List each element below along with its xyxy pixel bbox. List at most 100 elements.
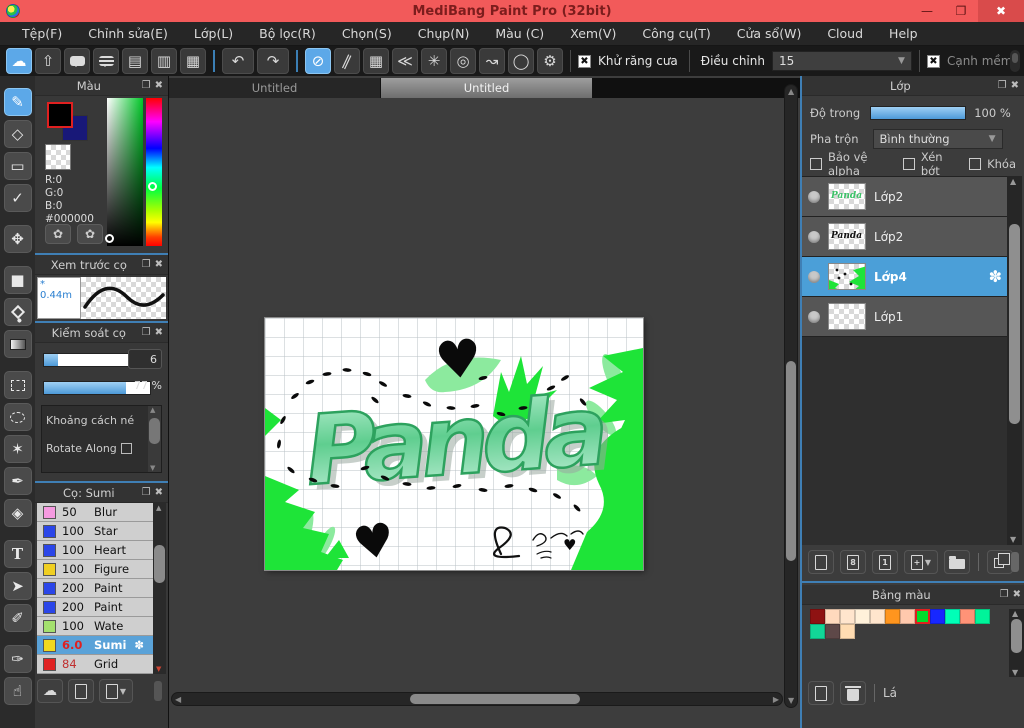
canvas-artwork[interactable]: Panda Panda ♥ ♥ ♥ xyxy=(265,318,643,572)
scroll-thumb[interactable] xyxy=(786,361,796,561)
palette-swatch[interactable] xyxy=(975,609,990,624)
menu-tools[interactable]: Công cụ(T) xyxy=(630,23,722,44)
clipping-checkbox[interactable] xyxy=(902,158,915,170)
snap-grid-button[interactable]: ▦ xyxy=(363,48,389,74)
popout-icon[interactable]: ❐ xyxy=(142,327,151,338)
document-button[interactable]: ▤ xyxy=(122,48,148,74)
menu-color[interactable]: Màu (C) xyxy=(483,23,556,44)
menu-select[interactable]: Chọn(S) xyxy=(330,23,404,44)
shape-tool[interactable]: ▭ xyxy=(3,152,32,180)
bucket-tool[interactable] xyxy=(3,298,32,326)
layer-row[interactable]: Panda Lớp2 xyxy=(802,177,1008,217)
toolbar-overflow-scrollbar[interactable] xyxy=(1010,50,1020,72)
maximize-button[interactable]: ❐ xyxy=(944,0,978,22)
palette-swatch[interactable] xyxy=(810,624,825,639)
menu-help[interactable]: Help xyxy=(877,23,930,44)
palette-swatch[interactable] xyxy=(825,609,840,624)
gradient-tool[interactable] xyxy=(3,330,32,358)
divide-tool[interactable]: ✐ xyxy=(3,604,32,632)
close-icon[interactable]: ✖ xyxy=(155,259,163,270)
scroll-up-icon[interactable]: ▲ xyxy=(788,87,794,96)
add-special-layer-button[interactable]: + ▼ xyxy=(904,550,938,574)
palette-swatch-selected[interactable] xyxy=(915,609,930,624)
brush-row[interactable]: 200 Paint xyxy=(37,579,166,598)
popout-icon[interactable]: ❐ xyxy=(142,80,151,91)
palette-swatch[interactable] xyxy=(930,609,945,624)
operation-tool[interactable]: ➤ xyxy=(3,572,32,600)
hue-indicator[interactable] xyxy=(148,182,157,191)
move-tool[interactable]: ✥ xyxy=(3,225,32,253)
palette-swatch[interactable] xyxy=(840,624,855,639)
menu-file[interactable]: Tệp(F) xyxy=(10,23,74,44)
popout-icon[interactable]: ❐ xyxy=(1000,589,1009,600)
brush-row[interactable]: 100 Star xyxy=(37,522,166,541)
snap-vanishing-button[interactable]: ≪ xyxy=(392,48,418,74)
foreground-color-swatch[interactable] xyxy=(47,102,73,128)
snap-concentric-button[interactable]: ◎ xyxy=(450,48,476,74)
palette-delete-button[interactable] xyxy=(840,681,866,705)
palette-mode-button[interactable]: ✿ xyxy=(45,224,71,244)
palette-add-button[interactable]: ✿ xyxy=(77,224,103,244)
scroll-thumb[interactable] xyxy=(1009,224,1020,424)
close-icon[interactable]: ✖ xyxy=(155,80,163,91)
marquee-select-tool[interactable] xyxy=(3,371,32,399)
grid-settings-button[interactable]: ▦ xyxy=(180,48,206,74)
protect-alpha-checkbox[interactable] xyxy=(810,158,822,170)
brush-size-slider[interactable] xyxy=(43,353,141,367)
palette-scrollbar[interactable]: ▲ ▼ xyxy=(1009,609,1024,677)
snap-off-button[interactable]: ⊘ xyxy=(305,48,331,74)
saturation-value-picker[interactable] xyxy=(107,98,143,246)
lasso-select-tool[interactable] xyxy=(3,403,32,431)
scroll-thumb[interactable] xyxy=(1011,619,1022,653)
magic-wand-tool[interactable]: ✶ xyxy=(3,435,32,463)
canvas-vertical-scrollbar[interactable]: ▲ ▼ xyxy=(784,84,798,708)
popout-icon[interactable]: ❐ xyxy=(142,259,151,270)
transparent-color-swatch[interactable] xyxy=(45,144,71,170)
eyedropper-tool[interactable]: ✑ xyxy=(3,645,32,673)
scroll-down-icon[interactable]: ▼ xyxy=(1010,535,1016,544)
chat-button[interactable] xyxy=(64,48,90,74)
hue-slider[interactable] xyxy=(146,98,162,246)
scroll-up-icon[interactable]: ▲ xyxy=(156,504,161,512)
snap-parallel-button[interactable]: ∥ xyxy=(334,48,360,74)
add-layer-button[interactable] xyxy=(808,550,834,574)
brush-cloud-download-button[interactable]: ☁ xyxy=(37,679,63,703)
palette-swatch[interactable] xyxy=(960,609,975,624)
layers-scrollbar[interactable]: ▲ ▼ xyxy=(1007,176,1022,545)
select-eraser-tool[interactable]: ◈ xyxy=(3,499,32,527)
brush-row[interactable]: 100 Figure xyxy=(37,560,166,579)
comment-button[interactable] xyxy=(93,48,119,74)
scroll-up-icon[interactable]: ▲ xyxy=(1012,609,1018,618)
scroll-thumb[interactable] xyxy=(154,545,165,583)
menu-layer[interactable]: Lớp(L) xyxy=(182,23,245,44)
layer-settings-gear-icon[interactable]: ✽ xyxy=(989,267,1002,286)
scroll-up-icon[interactable]: ▲ xyxy=(1010,177,1016,186)
scroll-right-icon[interactable]: ▶ xyxy=(773,695,779,704)
material-list-button[interactable]: ▥ xyxy=(151,48,177,74)
menu-capture[interactable]: Chụp(N) xyxy=(406,23,482,44)
palette-swatch[interactable] xyxy=(870,609,885,624)
scroll-thumb[interactable] xyxy=(410,694,580,704)
fill-shape-tool[interactable]: ■ xyxy=(3,266,32,294)
blend-mode-dropdown[interactable]: Bình thường ▼ xyxy=(872,129,1003,149)
snap-curve-button[interactable]: ↝ xyxy=(479,48,505,74)
new-folder-button[interactable] xyxy=(944,550,970,574)
menu-cloud[interactable]: Cloud xyxy=(815,23,875,44)
cloud-save-button[interactable]: ☁ xyxy=(6,48,32,74)
close-button[interactable]: ✖ xyxy=(978,0,1024,22)
close-icon[interactable]: ✖ xyxy=(1013,589,1021,600)
palette-swatch[interactable] xyxy=(855,609,870,624)
redo-button[interactable]: ↷ xyxy=(257,48,289,74)
add-8bit-layer-button[interactable]: 8 xyxy=(840,550,866,574)
lock-checkbox[interactable] xyxy=(969,158,982,170)
close-icon[interactable]: ✖ xyxy=(1011,80,1019,91)
brush-row[interactable]: 200 Paint xyxy=(37,598,166,617)
brush-panel-scrollbar[interactable] xyxy=(154,681,162,701)
popout-icon[interactable]: ❐ xyxy=(998,80,1007,91)
menu-filter[interactable]: Bộ lọc(R) xyxy=(247,23,328,44)
brush-size-value[interactable]: 6 xyxy=(128,349,162,369)
polyline-tool[interactable]: ✓ xyxy=(3,184,32,212)
soft-edge-checkbox[interactable]: ✖ xyxy=(926,54,940,68)
tab-untitled-2-active[interactable]: Untitled xyxy=(381,78,593,98)
brush-save-button[interactable]: ▼ xyxy=(99,679,133,703)
